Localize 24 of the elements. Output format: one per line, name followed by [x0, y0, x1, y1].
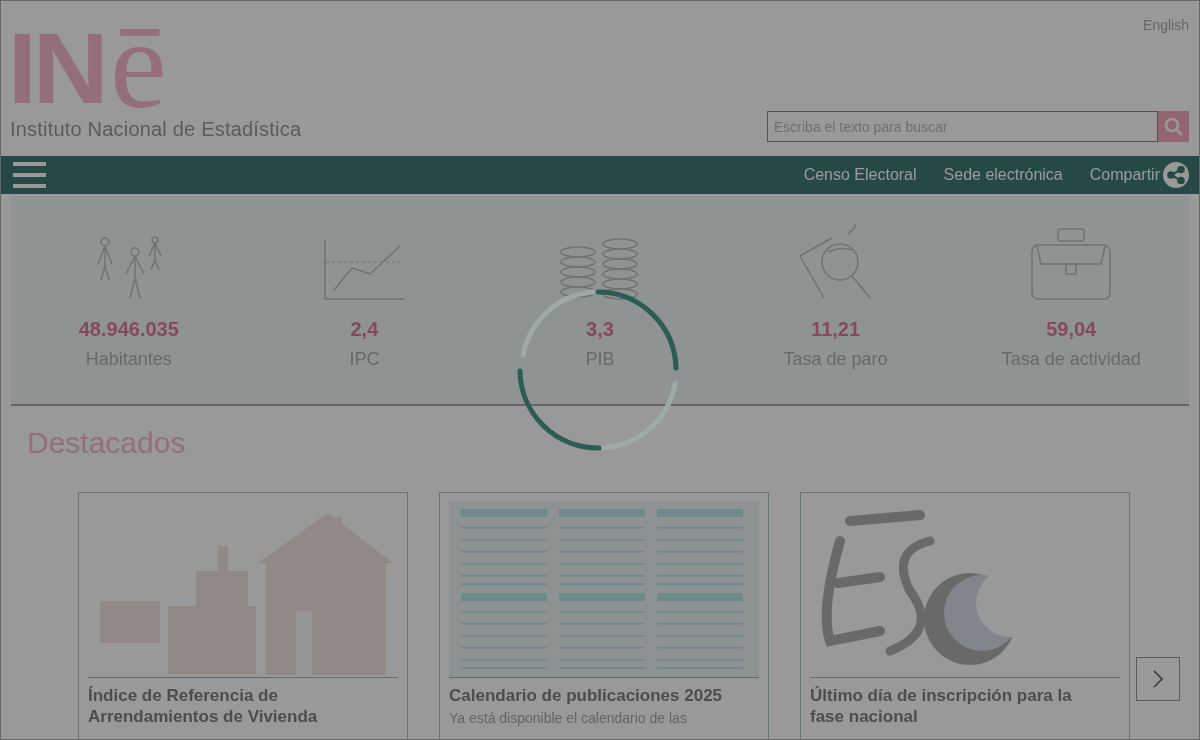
indicator-value[interactable]: 3,3 — [586, 318, 614, 341]
indicator-value[interactable]: 2,4 — [350, 318, 379, 341]
briefcase-icon — [1031, 228, 1112, 300]
institute-name: Instituto Nacional de Estadística — [10, 118, 302, 141]
indicator-value[interactable]: 48.946.035 — [78, 318, 179, 341]
search-button[interactable] — [1158, 111, 1189, 142]
nav-link[interactable]: Censo Electoral — [803, 166, 917, 184]
featured-card[interactable]: Último día de inscripción para la fase nacional — [800, 492, 1130, 739]
chevron-right-icon — [1153, 670, 1163, 688]
share-link[interactable]: Compartir — [1089, 162, 1189, 188]
search-icon — [1163, 116, 1184, 137]
featured-card[interactable]: Índice de Referencia de Arrendamientos de Vivienda — [78, 492, 408, 739]
card-title[interactable]: Índice de Referencia de Arrendamientos de Vivienda — [88, 685, 373, 727]
card-title[interactable]: Calendario de publicaciones 2025 — [449, 685, 734, 706]
magnifier-icon — [797, 222, 874, 300]
menu-button[interactable] — [13, 162, 46, 188]
next-button[interactable] — [1136, 657, 1180, 701]
share-icon — [1167, 166, 1185, 184]
coin-stack-icon — [560, 238, 640, 300]
indicator-value[interactable]: 59,04 — [1046, 318, 1097, 341]
card-title[interactable]: Último día de inscripción para la fase nacional — [810, 685, 1095, 727]
nav-link[interactable]: Sede electrónica — [943, 166, 1063, 184]
indicator-value[interactable]: 11,21 — [811, 318, 861, 341]
line-chart-icon — [324, 240, 405, 300]
